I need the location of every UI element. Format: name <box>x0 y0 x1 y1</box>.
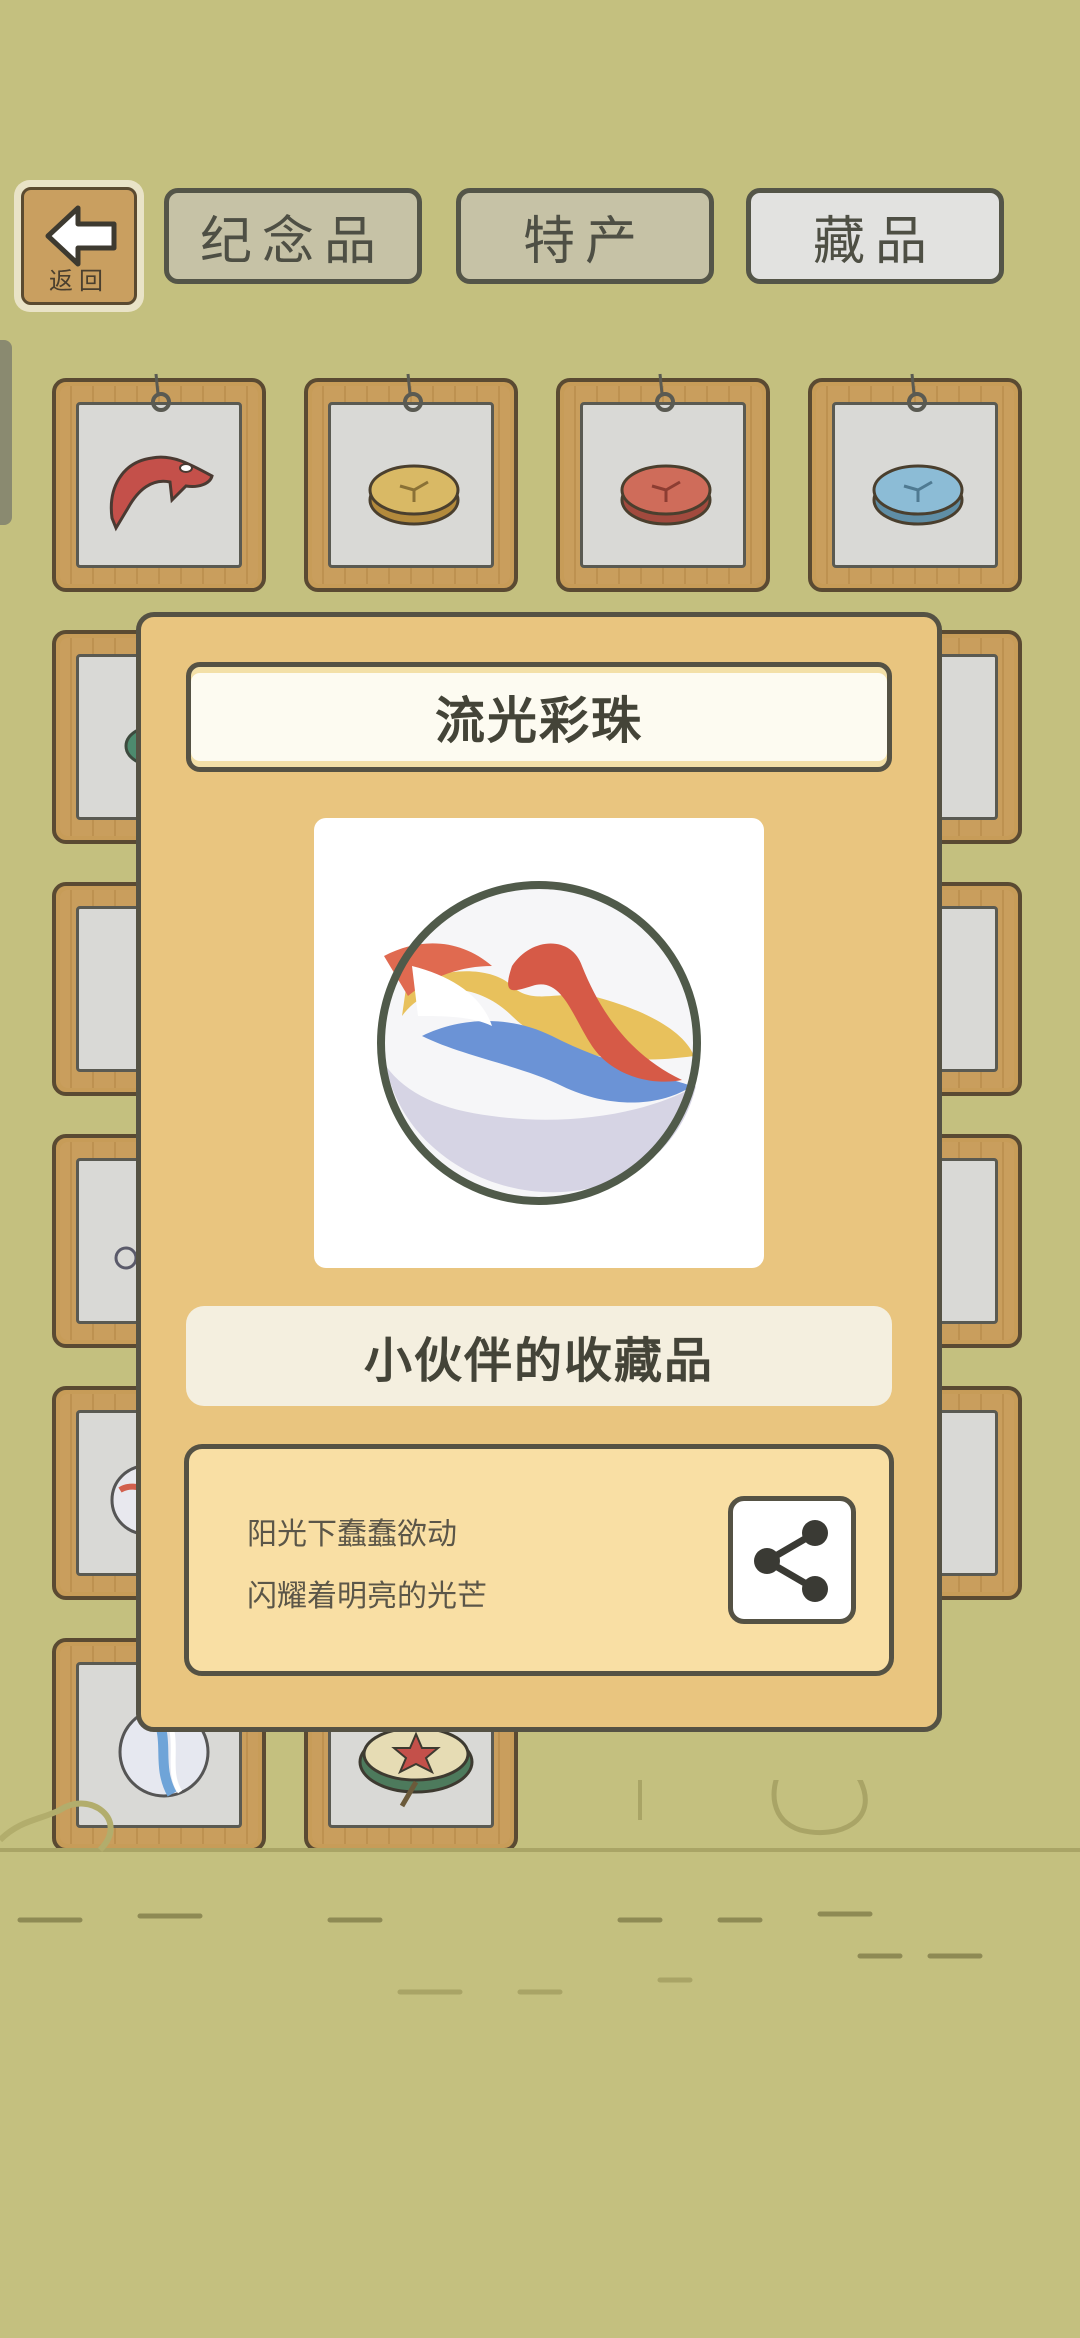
share-icon <box>754 1520 828 1602</box>
hook-icon <box>655 373 675 412</box>
item-tile-red-creature[interactable] <box>52 373 266 592</box>
marble-icon <box>377 881 701 1205</box>
red-coin-icon <box>620 464 712 526</box>
back-arrow-icon <box>45 205 117 267</box>
hook-icon <box>151 373 171 412</box>
share-button[interactable] <box>728 1496 856 1624</box>
description-line-2: 闪耀着明亮的光芒 <box>247 1579 487 1614</box>
hook-icon <box>907 373 927 412</box>
item-category: 小伙伴的收藏品 <box>186 1306 892 1406</box>
tab-souvenirs[interactable]: 纪念品 <box>164 188 422 284</box>
blue-coin-icon <box>872 464 964 526</box>
item-tile-blue-coin[interactable] <box>808 373 1022 592</box>
side-drawer-handle[interactable] <box>0 340 12 525</box>
back-button[interactable]: 返回 <box>14 180 144 312</box>
tab-collectibles[interactable]: 藏品 <box>746 188 1004 284</box>
red-creature-icon <box>109 455 214 532</box>
hook-icon <box>403 373 423 412</box>
description-line-1: 阳光下蠢蠢欲动 <box>247 1517 457 1552</box>
item-image-panel <box>314 818 764 1268</box>
item-tile-yellow-coin[interactable] <box>304 373 518 592</box>
item-name: 流光彩珠 <box>186 662 892 772</box>
item-tile-red-coin[interactable] <box>556 373 770 592</box>
yellow-coin-icon <box>368 464 460 526</box>
back-label: 返回 <box>49 267 109 295</box>
ground-scenery <box>0 1780 1080 1995</box>
tab-specialties[interactable]: 特产 <box>456 188 714 284</box>
